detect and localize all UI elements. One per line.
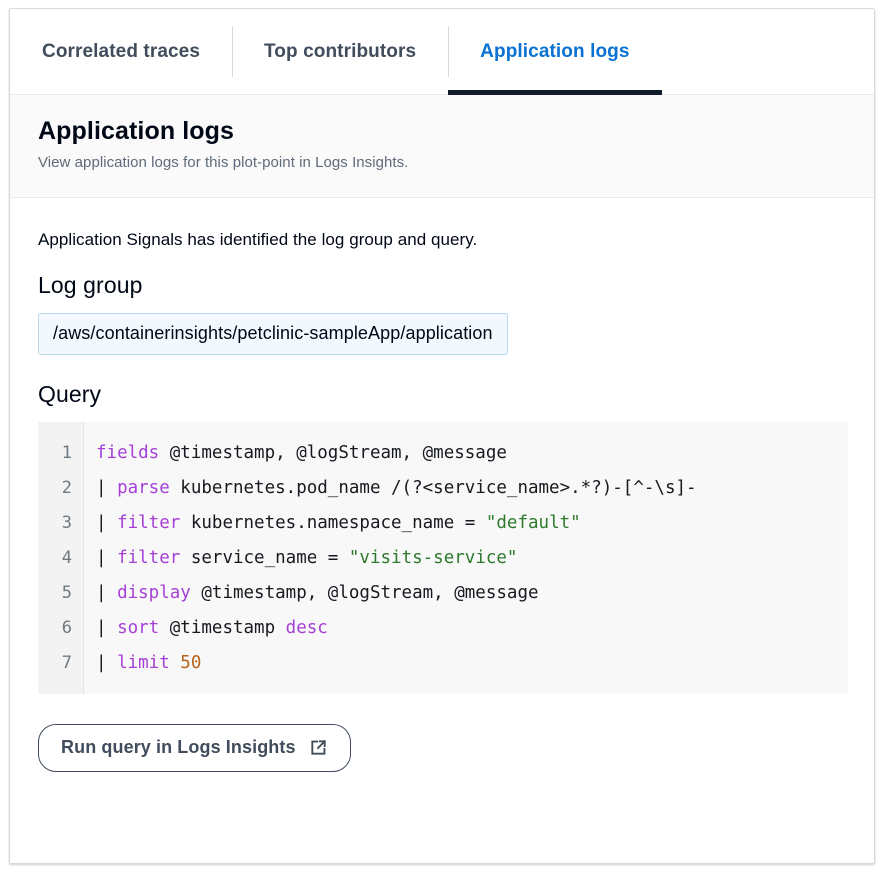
tab-label: Application logs [480,41,629,63]
code-line-text: fields @timestamp, @logStream, @message [96,436,507,471]
page-description: View application logs for this plot-poin… [38,154,846,171]
code-line-number: 3 [38,506,72,541]
code-line-number: 4 [38,541,72,576]
code-line-text: | limit 50 [96,646,201,681]
run-query-button[interactable]: Run query in Logs Insights [38,724,351,772]
log-group-value[interactable]: /aws/containerinsights/petclinic-sampleA… [38,313,508,355]
panel-body: Application Signals has identified the l… [10,198,874,772]
query-code-block[interactable]: 1 fields @timestamp, @logStream, @message… [38,422,848,694]
run-query-label: Run query in Logs Insights [61,737,296,758]
code-lines: 1 fields @timestamp, @logStream, @message… [38,436,848,681]
application-logs-panel: Correlated traces Top contributors Appli… [9,8,875,864]
code-line: 1 fields @timestamp, @logStream, @message [38,436,848,471]
code-line: 2 | parse kubernetes.pod_name /(?<service… [38,471,848,506]
log-group-label: Log group [38,272,846,299]
tab-application-logs[interactable]: Application logs [448,9,661,94]
page-title: Application logs [38,117,846,146]
external-link-icon [309,738,328,757]
code-line-text: | sort @timestamp desc [96,611,328,646]
code-line: 4 | filter service_name = "visits-service… [38,541,848,576]
code-line-text: | display @timestamp, @logStream, @messa… [96,576,539,611]
code-line-number: 5 [38,576,72,611]
tab-correlated-traces[interactable]: Correlated traces [10,9,232,94]
code-line-text: | filter kubernetes.namespace_name = "de… [96,506,581,541]
code-line-number: 7 [38,646,72,681]
query-label: Query [38,381,846,408]
tab-top-contributors[interactable]: Top contributors [232,9,448,94]
code-line-text: | filter service_name = "visits-service" [96,541,517,576]
code-line-text: | parse kubernetes.pod_name /(?<service_… [96,471,697,506]
tab-bar: Correlated traces Top contributors Appli… [10,9,874,95]
code-line-number: 2 [38,471,72,506]
panel-header: Application logs View application logs f… [10,95,874,198]
code-line-number: 6 [38,611,72,646]
code-line: 7 | limit 50 [38,646,848,681]
code-line: 3 | filter kubernetes.namespace_name = "d… [38,506,848,541]
code-line-number: 1 [38,436,72,471]
tab-label: Top contributors [264,41,416,63]
code-line: 6 | sort @timestamp desc [38,611,848,646]
intro-text: Application Signals has identified the l… [38,230,846,250]
tab-label: Correlated traces [42,41,200,63]
code-line: 5 | display @timestamp, @logStream, @mess… [38,576,848,611]
